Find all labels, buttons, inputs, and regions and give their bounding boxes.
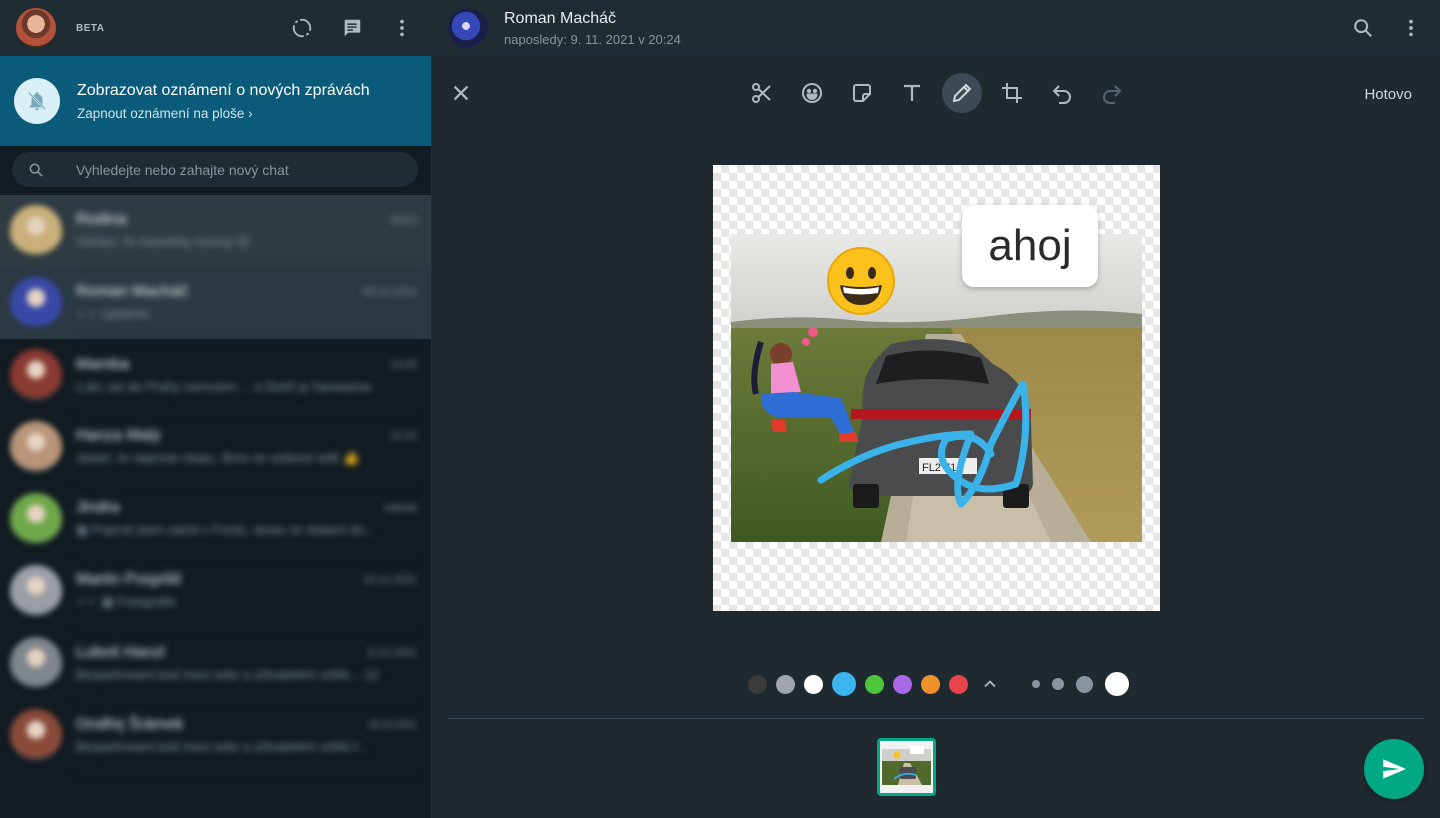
contact-name: Roman Macháč xyxy=(504,9,617,27)
divider xyxy=(448,718,1424,719)
send-icon xyxy=(1383,759,1406,779)
chat-last-message: Bezpečnostní kód mezi sebr a uživatelem … xyxy=(76,666,379,682)
search-box[interactable] xyxy=(12,152,418,187)
new-chat-icon[interactable] xyxy=(339,15,365,41)
chat-name: Martin Pospíšil xyxy=(76,571,181,588)
color-swatch[interactable] xyxy=(865,674,884,694)
chat-avatar xyxy=(10,493,62,545)
send-button[interactable] xyxy=(1364,739,1424,799)
chat-last-message: Bezpečnostní kód mezi sebr a uživatelem … xyxy=(76,738,368,754)
chat-last-message: ▦ Poprvé jsem zatíst v Fordu, dostu se d… xyxy=(76,522,376,537)
notification-link[interactable]: Zapnout oznámení na ploše › xyxy=(77,106,370,121)
chat-last-message: ✓✓ ▦ Fotografie xyxy=(76,594,176,609)
chat-list-item[interactable]: Jindra sobota ▦ Poprvé jsem zatíst v Fordu… xyxy=(0,483,431,555)
chat-name: Ondřej Šrámek xyxy=(76,715,184,733)
sidebar-header: BETA xyxy=(0,0,431,56)
redo-icon[interactable] xyxy=(1092,73,1132,113)
search-bar xyxy=(0,146,431,194)
contact-last-seen: naposledy: 9. 11. 2021 v 20:24 xyxy=(504,31,681,47)
chat-menu-icon[interactable] xyxy=(1398,15,1424,41)
chat-time: 09.11.2021 xyxy=(362,286,417,298)
text-icon[interactable] xyxy=(892,73,932,113)
chat-list-item[interactable]: Mamba 14:45 Lubi, asi do Prahy nemusim ...… xyxy=(0,339,431,411)
chat-time: 11:02 xyxy=(390,430,417,442)
contact-avatar[interactable] xyxy=(448,8,488,48)
chat-time: 16.11.2021 xyxy=(362,574,417,586)
search-input[interactable] xyxy=(76,161,376,178)
search-icon xyxy=(29,163,43,177)
notification-title: Zobrazovat oznámení o nových zprávách xyxy=(77,81,370,99)
chat-name: Roman Macháč xyxy=(76,283,189,300)
brush-size-extra-large[interactable] xyxy=(1105,672,1129,696)
undo-icon[interactable] xyxy=(1042,73,1082,113)
text-sticker[interactable]: ahoj xyxy=(962,205,1098,287)
chat-last-message: Jasan, to napnoto stupu. Bros se uzdorai… xyxy=(76,450,360,465)
chat-list-item[interactable]: Martin Pospíšil 16.11.2021 ✓✓ ▦ Fotografie xyxy=(0,555,431,627)
chat-avatar xyxy=(10,421,62,473)
chat-time: sobota xyxy=(383,502,417,514)
chat-name: Hanza Malý xyxy=(76,427,161,444)
chat-last-message: Václav: To maminky rozvoji 😊 xyxy=(76,234,250,249)
done-button[interactable]: Hotovo xyxy=(1364,86,1412,103)
chat-list-item[interactable]: Roman Macháč 09.11.2021 ✓✓ Uplatnie xyxy=(0,267,431,339)
chat-time: 8.10.2021 xyxy=(368,646,417,659)
notification-banner[interactable]: Zobrazovat oznámení o nových zprávách Za… xyxy=(0,56,431,146)
chat-name: Mamba xyxy=(76,355,130,373)
chat-avatar xyxy=(10,277,62,329)
close-icon[interactable] xyxy=(450,82,472,104)
status-icon[interactable] xyxy=(289,15,315,41)
chat-time: 14:45 xyxy=(389,358,417,371)
thumbnail-image xyxy=(880,741,933,793)
chat-name: Luboš Hanzl xyxy=(76,643,165,661)
chat-avatar xyxy=(10,565,62,617)
chat-avatar xyxy=(10,637,62,689)
media-thumbnail[interactable] xyxy=(877,738,936,796)
chat-header[interactable]: Roman Macháč naposledy: 9. 11. 2021 v 20… xyxy=(432,0,1440,56)
scissors-icon[interactable] xyxy=(742,73,782,113)
chat-last-message: Lubi, asi do Prahy nemusim ... a Dorič j… xyxy=(76,378,371,394)
color-swatch[interactable] xyxy=(748,674,767,694)
chat-list-item[interactable]: Hanza Malý 11:02 Jasan, to napnoto stupu. … xyxy=(0,411,431,483)
emoji-icon[interactable] xyxy=(792,73,832,113)
grinning-emoji-sticker[interactable] xyxy=(825,245,897,317)
color-swatch[interactable] xyxy=(832,672,856,696)
sidebar: BETA Zobrazovat oznámení o nových zprává… xyxy=(0,0,432,818)
brush-size-small[interactable] xyxy=(1032,680,1040,688)
my-avatar[interactable] xyxy=(16,8,56,48)
color-palette xyxy=(748,672,977,696)
color-swatch[interactable] xyxy=(921,674,940,694)
bell-off-icon xyxy=(14,78,60,124)
editor-toolbar: Hotovo xyxy=(432,56,1440,132)
chat-avatar xyxy=(10,349,62,401)
chat-name: Rodina xyxy=(76,211,127,228)
chat-time: 30.9.2021 xyxy=(368,718,417,731)
beta-label: BETA xyxy=(76,22,105,34)
chat-avatar xyxy=(10,709,62,761)
color-swatch[interactable] xyxy=(949,674,968,694)
search-messages-icon[interactable] xyxy=(1350,15,1376,41)
menu-icon[interactable] xyxy=(389,15,415,41)
chat-time: včera xyxy=(390,214,417,226)
chat-list-item[interactable]: Rodina včera Václav: To maminky rozvoji 😊 xyxy=(0,195,431,267)
chat-last-message: ✓✓ Uplatnie xyxy=(76,306,150,321)
color-swatch[interactable] xyxy=(893,674,912,694)
sticker-icon[interactable] xyxy=(842,73,882,113)
color-swatch[interactable] xyxy=(804,674,823,694)
color-swatch[interactable] xyxy=(776,674,795,694)
crop-icon[interactable] xyxy=(992,73,1032,113)
main-panel: Roman Macháč naposledy: 9. 11. 2021 v 20… xyxy=(432,0,1440,818)
chat-list-item[interactable]: Luboš Hanzl 8.10.2021 Bezpečnostní kód mez… xyxy=(0,627,431,699)
brush-size-large[interactable] xyxy=(1076,675,1093,693)
image-canvas[interactable]: FL2 71 ahoj xyxy=(713,165,1160,611)
chat-name: Jindra xyxy=(76,499,120,516)
chat-avatar xyxy=(10,205,62,257)
chat-list: Rodina včera Václav: To maminky rozvoji 😊 R… xyxy=(0,195,431,771)
pencil-icon[interactable] xyxy=(942,73,982,113)
brush-size-medium[interactable] xyxy=(1052,678,1064,690)
brush-size-picker xyxy=(1032,672,1129,696)
chevron-up-icon[interactable] xyxy=(980,674,1000,694)
chat-list-item[interactable]: Ondřej Šrámek 30.9.2021 Bezpečnostní kód m… xyxy=(0,699,431,771)
